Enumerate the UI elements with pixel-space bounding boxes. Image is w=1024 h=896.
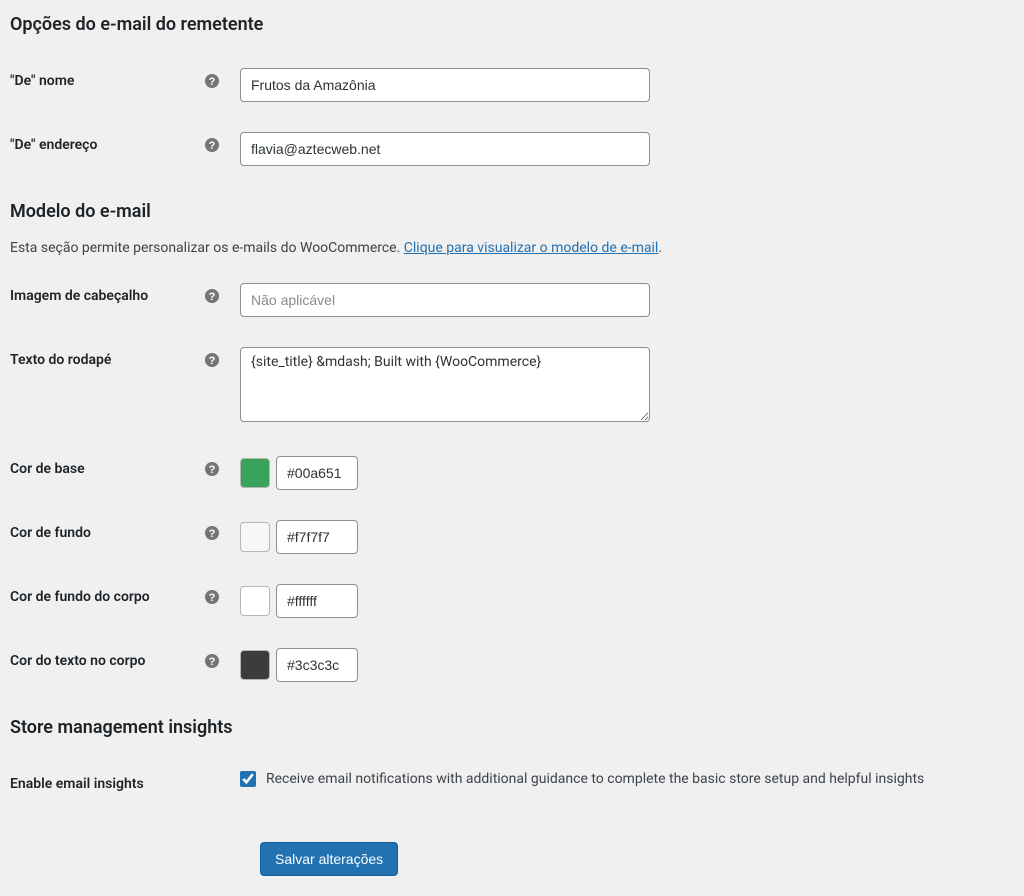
help-icon[interactable]: ?: [204, 653, 220, 669]
svg-text:?: ?: [209, 76, 216, 88]
from-name-label: "De" nome: [10, 73, 74, 89]
svg-text:?: ?: [209, 592, 216, 604]
svg-text:?: ?: [209, 528, 216, 540]
help-icon[interactable]: ?: [204, 137, 220, 153]
svg-text:?: ?: [209, 140, 216, 152]
header-image-label: Imagem de cabeçalho: [10, 288, 148, 304]
svg-text:?: ?: [209, 291, 216, 303]
sender-section-title: Opções do e-mail do remetente: [10, 14, 1014, 35]
background-color-input[interactable]: [276, 520, 358, 554]
help-icon[interactable]: ?: [204, 525, 220, 541]
header-image-input[interactable]: [240, 283, 650, 317]
template-options-table: Imagem de cabeçalho ? Texto do rodapé ?: [10, 268, 1014, 697]
help-icon[interactable]: ?: [204, 589, 220, 605]
help-icon[interactable]: ?: [204, 73, 220, 89]
template-description: Esta seção permite personalizar os e-mai…: [10, 240, 1014, 256]
background-color-label: Cor de fundo: [10, 525, 91, 541]
background-color-swatch[interactable]: [240, 522, 270, 552]
body-text-color-swatch[interactable]: [240, 650, 270, 680]
body-background-input[interactable]: [276, 584, 358, 618]
preview-template-link[interactable]: Clique para visualizar o modelo de e-mai…: [404, 240, 659, 256]
enable-insights-label: Enable email insights: [10, 776, 144, 792]
insights-section-title: Store management insights: [10, 717, 1014, 738]
footer-text-input[interactable]: [240, 347, 650, 422]
help-icon[interactable]: ?: [204, 352, 220, 368]
template-section-title: Modelo do e-mail: [10, 201, 1014, 222]
help-icon[interactable]: ?: [204, 461, 220, 477]
help-icon[interactable]: ?: [204, 288, 220, 304]
from-name-input[interactable]: [240, 68, 650, 102]
base-color-input[interactable]: [276, 456, 358, 490]
body-background-swatch[interactable]: [240, 586, 270, 616]
base-color-label: Cor de base: [10, 461, 85, 477]
save-button[interactable]: Salvar alterações: [260, 842, 398, 876]
svg-text:?: ?: [209, 355, 216, 367]
enable-insights-description: Receive email notifications with additio…: [266, 771, 924, 787]
insights-table: Enable email insights Receive email noti…: [10, 756, 1014, 812]
from-address-label: "De" endereço: [10, 137, 97, 153]
from-address-input[interactable]: [240, 132, 650, 166]
svg-text:?: ?: [209, 464, 216, 476]
enable-insights-checkbox[interactable]: [240, 771, 256, 787]
base-color-swatch[interactable]: [240, 458, 270, 488]
body-text-color-input[interactable]: [276, 648, 358, 682]
footer-text-label: Texto do rodapé: [10, 352, 111, 368]
body-text-color-label: Cor do texto no corpo: [10, 653, 145, 669]
body-background-label: Cor de fundo do corpo: [10, 589, 150, 605]
svg-text:?: ?: [209, 656, 216, 668]
sender-options-table: "De" nome ? "De" endereço ?: [10, 53, 1014, 181]
